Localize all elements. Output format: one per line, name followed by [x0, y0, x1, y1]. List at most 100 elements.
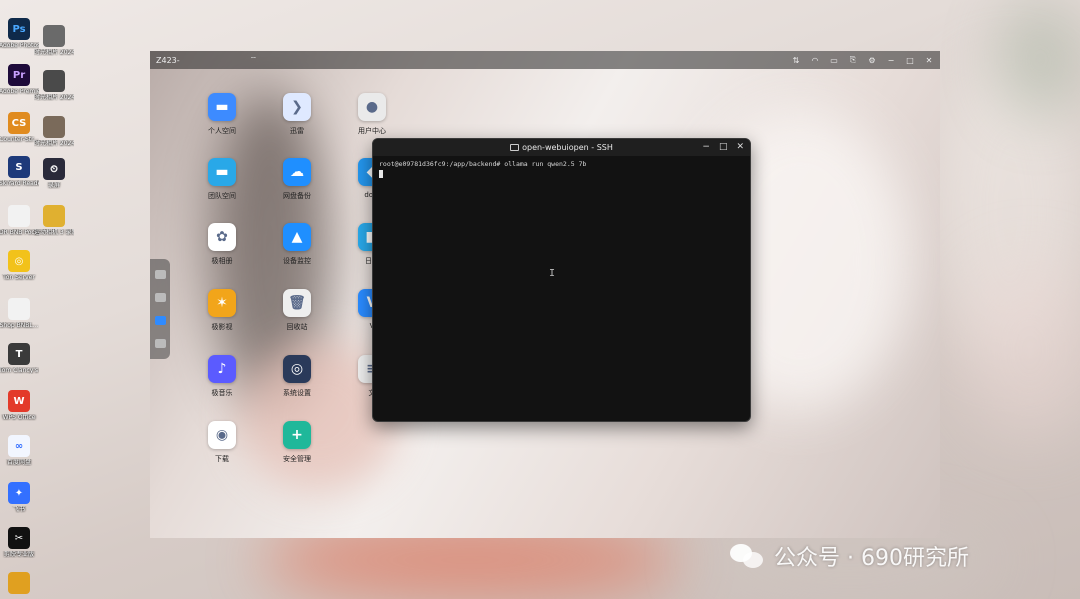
terminal-icon [510, 144, 520, 151]
desktop-icon-label: 时光相片 2024-10... [34, 49, 74, 56]
desktop-app-icon [43, 70, 65, 92]
desktop-app-icon: CS [8, 112, 30, 134]
nas-app[interactable]: ▲ 设备监控 [266, 223, 328, 266]
desktop-icon[interactable]: 运动相机 3 录制... [34, 205, 74, 236]
dock-item-docker[interactable] [154, 316, 166, 325]
desktop-app-icon: W [8, 390, 30, 412]
nas-app-icon: ◎ [283, 355, 311, 383]
nas-title: Z423- [156, 55, 180, 65]
nas-app-label: 用户中心 [358, 127, 386, 135]
nas-app-label: 回收站 [286, 323, 308, 331]
nas-app-label: 系统设置 [283, 389, 311, 397]
nas-app-icon: ▬ [208, 93, 236, 121]
close-button[interactable]: ✕ [924, 55, 934, 65]
desktop-app-icon [43, 205, 65, 227]
nas-app-icon: ▬ [208, 158, 236, 186]
nas-app-label: 设备监控 [283, 257, 311, 265]
desktop-icon[interactable]: ✂ 剪映专业版 [0, 527, 38, 558]
desktop-icon[interactable]: 时光相片 2024-10... [34, 116, 74, 147]
dock-item-apps[interactable] [154, 293, 166, 302]
nas-app[interactable]: ☁ 网盘备份 [266, 158, 328, 201]
desktop-icon[interactable]: PrAdobe Premie... [0, 64, 39, 95]
text-cursor [379, 170, 383, 178]
nas-app-label: 团队空间 [208, 192, 236, 200]
maximize-button[interactable]: □ [905, 55, 915, 65]
watermark: 公众号 · 690研究所 [730, 540, 969, 572]
desktop-app-icon [8, 572, 30, 594]
nas-app[interactable]: ◎ 系统设置 [266, 355, 328, 398]
ibeam-cursor-icon: I [549, 268, 556, 279]
desktop-icon[interactable]: Ps Adobe Photosh... [0, 18, 39, 49]
watermark-text: 公众号 · 690研究所 [774, 546, 969, 571]
desktop-app-icon [43, 116, 65, 138]
nas-app[interactable]: 🗑 回收站 [266, 289, 328, 332]
desktop-app-icon: S [8, 156, 30, 178]
desktop-icon[interactable]: SSkiYard Reader [0, 156, 39, 187]
window-icon[interactable]: ▭ [829, 55, 839, 65]
nas-app-icon: ▲ [283, 223, 311, 251]
desktop-app-icon: ◎ [8, 250, 30, 272]
desktop-icon[interactable]: T Tom Clancy's Di... [0, 343, 39, 374]
dock-item-desktop[interactable] [154, 270, 166, 279]
nas-app-icon: ◉ [208, 421, 236, 449]
desktop-app-icon [8, 205, 30, 227]
nas-app-label: 网盘备份 [283, 192, 311, 200]
nas-app-icon: + [283, 421, 311, 449]
nas-app[interactable]: ✶ 极影视 [191, 289, 253, 332]
upload-icon[interactable]: ⇅ [791, 55, 801, 65]
nas-app-icon: ❯ [283, 93, 311, 121]
desktop-icon[interactable]: ⏲ 录屏 [35, 158, 73, 189]
ssh-close-button[interactable]: ✕ [736, 141, 744, 153]
nas-app[interactable]: ◉ 下载 [191, 421, 253, 464]
desktop-app-icon: ⏲ [43, 158, 65, 180]
desktop-icon[interactable]: ◎ Ton Server [0, 250, 38, 281]
desktop-app-icon [43, 25, 65, 47]
nas-app-icon: ● [358, 93, 386, 121]
nas-app[interactable]: ● 用户中心 [341, 93, 403, 136]
command-line: root@e09781d36fc9:/app/backend# ollama r… [379, 160, 587, 168]
nas-app[interactable]: ▬ 团队空间 [191, 158, 253, 201]
ssh-window: open-webuiopen - SSH − □ ✕ root@e09781d3… [372, 138, 751, 422]
desktop-icon[interactable]: DR BNB Pocket 3... [0, 205, 39, 236]
file-icon[interactable]: ⎘ [848, 55, 858, 65]
terminal-output[interactable]: root@e09781d36fc9:/app/backend# ollama r… [373, 156, 750, 182]
desktop-icon[interactable]: 时光相片 2024-10... [34, 25, 74, 56]
ssh-title: open-webuiopen - SSH [522, 143, 613, 152]
desktop-icon-label: 飞书 [12, 506, 25, 513]
desktop-icon[interactable]: Shop BNBL... [0, 298, 38, 329]
desktop-icon-label: 时光相片 2024-10... [34, 94, 74, 101]
desktop-icon[interactable]: ∞ 百度网盘 [0, 435, 38, 466]
dock-item-terminal[interactable] [154, 339, 166, 348]
desktop-app-icon: ∞ [8, 435, 30, 457]
nas-app[interactable]: ✿ 极相册 [191, 223, 253, 266]
desktop-icon[interactable]: ✦ 飞书 [0, 482, 38, 513]
nas-title-bar: Z423- ⌔ ⇅ ◠ ▭ ⎘ ⚙ − □ ✕ [150, 51, 940, 69]
desktop-icon[interactable]: W WPS Office [0, 390, 38, 421]
nas-app[interactable]: ❯ 迅雷 [266, 93, 328, 136]
nas-app[interactable]: + 安全管理 [266, 421, 328, 464]
desktop-icon[interactable]: 时光相片 2024-10... [34, 70, 74, 101]
desktop-icon-label: WPS Office [2, 414, 36, 421]
nas-app-label: 极音乐 [211, 389, 233, 397]
nas-app-label: 个人空间 [208, 127, 236, 135]
nas-app-label: 下载 [215, 455, 229, 463]
desktop-icon-label: Adobe Photosh... [0, 42, 39, 49]
desktop-icon[interactable]: CS Counter-Str... [0, 112, 39, 143]
headset-icon[interactable]: ◠ [810, 55, 820, 65]
nas-app-icon: ☁ [283, 158, 311, 186]
ssh-maximize-button[interactable]: □ [719, 141, 728, 153]
gear-icon[interactable]: ⚙ [867, 55, 877, 65]
nas-app[interactable]: ♪ 极音乐 [191, 355, 253, 398]
minimize-button[interactable]: − [886, 55, 896, 65]
nas-app-icon: 🗑 [283, 289, 311, 317]
desktop-app-icon: T [8, 343, 30, 365]
nas-app-label: 极相册 [211, 257, 233, 265]
nas-app[interactable]: ▬ 个人空间 [191, 93, 253, 136]
desktop-icon[interactable] [0, 572, 38, 596]
ssh-title-bar[interactable]: open-webuiopen - SSH − □ ✕ [373, 139, 750, 156]
ssh-minimize-button[interactable]: − [702, 141, 710, 153]
wechat-icon [730, 542, 766, 570]
wifi-icon: ⌔ [249, 55, 258, 64]
desktop-icon-label: 百度网盘 [6, 459, 31, 466]
desktop-app-icon: ✂ [8, 527, 30, 549]
